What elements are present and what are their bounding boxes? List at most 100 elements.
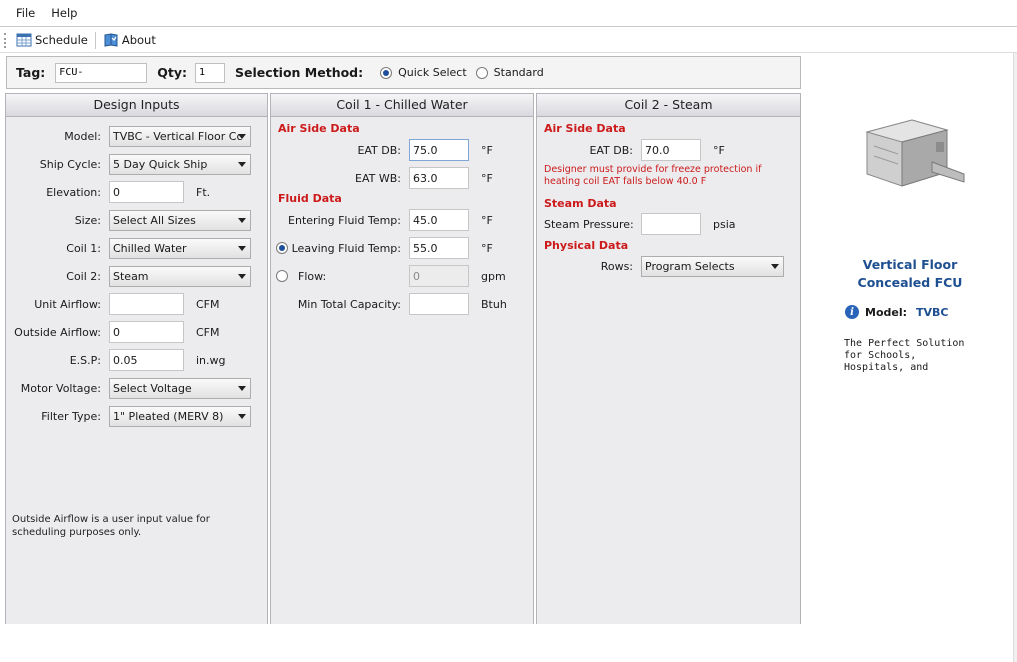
- coil2-label: Coil 2:: [66, 269, 101, 283]
- esp-input[interactable]: 0.05: [109, 349, 184, 371]
- min-capacity-unit: Btuh: [481, 297, 507, 311]
- fan-coil-unit-image: [865, 119, 965, 187]
- toolbar-separator: [94, 31, 96, 49]
- elevation-input[interactable]: 0: [109, 181, 184, 203]
- coil2-select[interactable]: Steam: [109, 265, 251, 287]
- coil1-panel: Coil 1 - Chilled Water Air Side Data EAT…: [270, 93, 534, 624]
- coil2-eat-db-label: EAT DB:: [589, 143, 633, 157]
- model-select-value: TVBC - Vertical Floor Cc: [113, 129, 243, 143]
- leaving-fluid-label: Leaving Fluid Temp:: [291, 241, 401, 255]
- chevron-down-icon: [238, 133, 246, 139]
- outside-airflow-label: Outside Airflow:: [14, 325, 101, 339]
- coil1-value: Chilled Water: [113, 241, 187, 255]
- model-line: i Model: TVBC: [845, 305, 949, 319]
- rows-select[interactable]: Program Selects: [641, 255, 784, 277]
- ship-cycle-select[interactable]: 5 Day Quick Ship: [109, 153, 251, 175]
- filter-type-select[interactable]: 1" Pleated (MERV 8): [109, 405, 251, 427]
- unit-airflow-unit: CFM: [196, 297, 220, 311]
- ship-cycle-value: 5 Day Quick Ship: [113, 157, 208, 171]
- coil1-eat-wb-input[interactable]: 63.0: [409, 167, 469, 189]
- motor-voltage-select[interactable]: Select Voltage: [109, 377, 251, 399]
- coil2-title: Coil 2 - Steam: [537, 94, 800, 117]
- rows-value: Program Selects: [645, 259, 735, 273]
- model-description: The Perfect Solution for Schools, Hospit…: [844, 338, 965, 373]
- coil2-air-side-heading: Air Side Data: [544, 122, 626, 135]
- min-capacity-input[interactable]: [409, 293, 469, 315]
- tag-label: Tag:: [16, 65, 46, 80]
- coil1-eat-wb-label: EAT WB:: [355, 171, 401, 185]
- outside-airflow-note: Outside Airflow is a user input value fo…: [12, 514, 210, 538]
- model-select[interactable]: TVBC - Vertical Floor Cc: [109, 125, 251, 147]
- unit-airflow-label: Unit Airflow:: [34, 297, 101, 311]
- model-value: TVBC: [916, 305, 949, 319]
- leaving-fluid-input[interactable]: 55.0: [409, 237, 469, 259]
- entering-fluid-unit: °F: [481, 213, 493, 227]
- coil1-eat-wb-unit: °F: [481, 171, 493, 185]
- model-title-line2: Concealed FCU: [857, 275, 963, 290]
- flow-radio[interactable]: [276, 270, 288, 282]
- leaving-fluid-unit: °F: [481, 241, 493, 255]
- model-label: Model:: [64, 129, 101, 143]
- motor-voltage-value: Select Voltage: [113, 381, 192, 395]
- tag-input[interactable]: [55, 62, 148, 83]
- coil1-label: Coil 1:: [66, 241, 101, 255]
- freeze-protection-warning: Designer must provide for freeze protect…: [544, 164, 762, 187]
- standard-radio[interactable]: [475, 66, 488, 79]
- about-button[interactable]: About: [99, 30, 160, 50]
- outside-airflow-unit: CFM: [196, 325, 220, 339]
- design-inputs-title: Design Inputs: [6, 94, 267, 117]
- coil2-panel: Coil 2 - Steam Air Side Data EAT DB: 70.…: [536, 93, 801, 624]
- toolbar-grip[interactable]: [4, 32, 7, 48]
- selection-method-label: Selection Method:: [235, 65, 364, 80]
- physical-data-heading: Physical Data: [544, 239, 629, 252]
- coil1-eat-db-label: EAT DB:: [357, 143, 401, 157]
- chevron-down-icon: [771, 263, 779, 269]
- motor-voltage-label: Motor Voltage:: [20, 381, 101, 395]
- steam-pressure-label: Steam Pressure:: [544, 217, 634, 231]
- quick-select-radio[interactable]: [380, 66, 393, 79]
- menu-file[interactable]: File: [8, 6, 43, 20]
- chevron-down-icon: [238, 161, 246, 167]
- qty-input[interactable]: [195, 62, 226, 83]
- coil2-eat-db-unit: °F: [713, 143, 725, 157]
- flow-label: Flow:: [298, 269, 327, 283]
- entering-fluid-label: Entering Fluid Temp:: [288, 213, 401, 227]
- esp-label: E.S.P:: [69, 353, 101, 367]
- flow-unit: gpm: [481, 269, 506, 283]
- standard-label[interactable]: Standard: [494, 66, 544, 79]
- chevron-down-icon: [238, 385, 246, 391]
- menu-help[interactable]: Help: [43, 6, 85, 20]
- min-capacity-label: Min Total Capacity:: [297, 297, 401, 311]
- leaving-fluid-radio[interactable]: [276, 242, 288, 254]
- about-label: About: [121, 33, 156, 47]
- coil1-select[interactable]: Chilled Water: [109, 237, 251, 259]
- coil1-fluid-heading: Fluid Data: [278, 192, 342, 205]
- info-icon[interactable]: i: [845, 305, 859, 319]
- entering-fluid-input[interactable]: 45.0: [409, 209, 469, 231]
- toolbar: Schedule About: [0, 28, 1017, 53]
- coil1-title: Coil 1 - Chilled Water: [271, 94, 533, 117]
- elevation-label: Elevation:: [46, 185, 101, 199]
- outside-airflow-input[interactable]: 0: [109, 321, 184, 343]
- coil2-eat-db-input[interactable]: 70.0: [641, 139, 701, 161]
- size-label: Size:: [74, 213, 101, 227]
- design-inputs-panel: Design Inputs Model: TVBC - Vertical Flo…: [5, 93, 268, 624]
- steam-data-heading: Steam Data: [544, 197, 617, 210]
- vertical-scrollbar[interactable]: [1013, 53, 1017, 662]
- unit-airflow-input[interactable]: [109, 293, 184, 315]
- chevron-down-icon: [238, 245, 246, 251]
- size-value: Select All Sizes: [113, 213, 196, 227]
- coil1-air-side-heading: Air Side Data: [278, 122, 360, 135]
- size-select[interactable]: Select All Sizes: [109, 209, 251, 231]
- schedule-icon: [16, 33, 32, 47]
- ship-cycle-label: Ship Cycle:: [39, 157, 101, 171]
- quick-select-label[interactable]: Quick Select: [398, 66, 467, 79]
- esp-unit: in.wg: [196, 353, 226, 367]
- coil1-eat-db-input[interactable]: 75.0: [409, 139, 469, 161]
- steam-pressure-unit: psia: [713, 217, 736, 231]
- chevron-down-icon: [238, 413, 246, 419]
- filter-type-label: Filter Type:: [41, 409, 101, 423]
- schedule-button[interactable]: Schedule: [12, 30, 92, 50]
- steam-pressure-input[interactable]: [641, 213, 701, 235]
- model-title: Vertical Floor Concealed FCU: [810, 256, 1010, 292]
